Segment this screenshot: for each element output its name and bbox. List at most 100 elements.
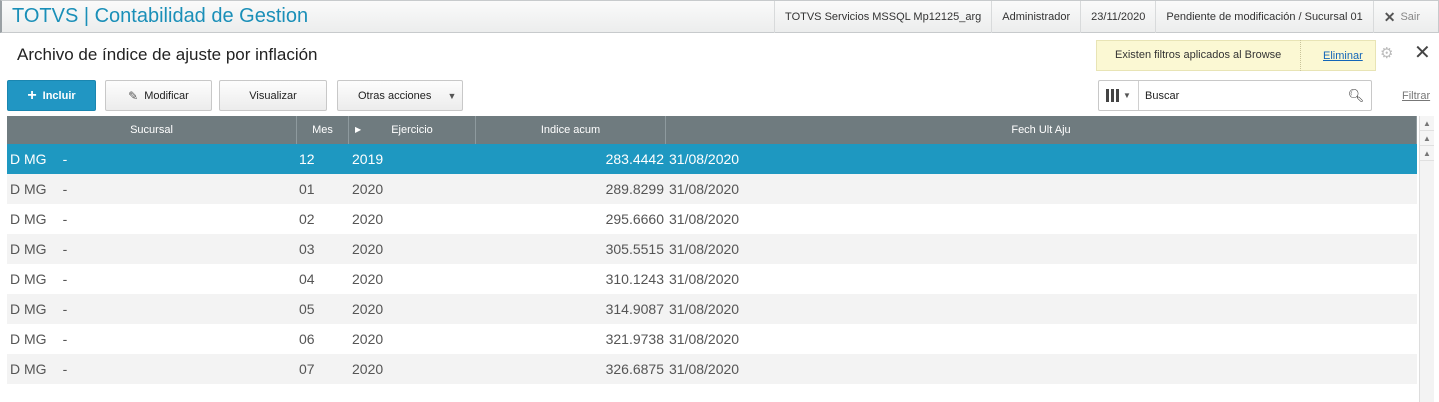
cell-sucursal-dash: - <box>62 211 68 227</box>
vertical-scrollbar[interactable]: ▲ ▲ ▲ <box>1419 116 1434 402</box>
cell-ejercicio: 2019 <box>352 151 384 167</box>
filter-notice: Existen filtros aplicados al Browse Elim… <box>1096 40 1376 71</box>
other-actions-label: Otras acciones <box>358 89 432 102</box>
cell-mes: 01 <box>299 181 315 197</box>
table-row[interactable]: D MG -07 2020 326.6875 31/08/2020 <box>7 354 1417 384</box>
cell-sucursal-value: D MG <box>10 211 47 227</box>
cell-sucursal: D MG - <box>7 144 297 174</box>
search-input[interactable] <box>1139 89 1341 102</box>
column-header-fecha[interactable]: Fech Ult Aju <box>666 116 1417 144</box>
cell-sucursal: D MG - <box>7 174 297 204</box>
exit-button[interactable]: ✕ Sair <box>1372 1 1438 33</box>
cell-sucursal-dash: - <box>62 151 68 167</box>
filter-link[interactable]: Filtrar <box>1402 90 1430 102</box>
grid-header: Sucursal Mes ▶ Ejercicio Indice acum Fech… <box>7 116 1417 144</box>
include-button[interactable]: + Incluir <box>7 80 96 111</box>
search-box: ▼ 🔍︎ <box>1098 80 1372 111</box>
column-header-ejercicio-label: Ejercicio <box>391 124 433 136</box>
cell-sucursal-dash: - <box>62 271 68 287</box>
cell-fecha: 31/08/2020 <box>669 241 740 257</box>
chevron-down-icon: ▼ <box>1123 91 1131 100</box>
view-button-label: Visualizar <box>249 89 297 102</box>
cell-mes: 05 <box>299 301 315 317</box>
cell-fecha: 31/08/2020 <box>669 151 740 167</box>
pencil-icon: ✎ <box>128 88 139 103</box>
table-row[interactable]: D MG -04 2020 310.1243 31/08/2020 <box>7 264 1417 294</box>
scroll-up-icon[interactable]: ▲ <box>1420 146 1434 161</box>
cell-sucursal-value: D MG <box>10 271 47 287</box>
cell-indice: 289.8299 <box>605 181 664 197</box>
search-icon[interactable]: 🔍︎ <box>1341 88 1371 104</box>
cell-indice: 295.6660 <box>605 211 664 227</box>
plus-icon: + <box>27 86 37 104</box>
scroll-page-up-icon[interactable]: ▲ <box>1420 131 1434 146</box>
columns-icon <box>1106 89 1120 102</box>
cell-fecha: 31/08/2020 <box>669 181 740 197</box>
table-row[interactable]: D MG -12 2019 283.4442 31/08/2020 <box>7 144 1417 174</box>
cell-sucursal-value: D MG <box>10 331 47 347</box>
column-header-mes[interactable]: Mes <box>297 116 349 144</box>
cell-sucursal-value: D MG <box>10 181 47 197</box>
table-row[interactable]: D MG -03 2020 305.5515 31/08/2020 <box>7 234 1417 264</box>
table-row[interactable]: D MG -05 2020 314.9087 31/08/2020 <box>7 294 1417 324</box>
cell-ejercicio: 2020 <box>352 181 384 197</box>
cell-sucursal: D MG - <box>7 204 297 234</box>
cell-ejercicio: 2020 <box>352 271 384 287</box>
cell-sucursal-dash: - <box>62 361 68 377</box>
remove-filters-link[interactable]: Eliminar <box>1301 50 1363 62</box>
cell-ejercicio: 2020 <box>352 331 384 347</box>
cell-fecha: 31/08/2020 <box>669 271 740 287</box>
cell-sucursal: D MG - <box>7 234 297 264</box>
cell-mes: 02 <box>299 211 315 227</box>
cell-mes: 12 <box>299 151 315 167</box>
app-title: TOTVS | Contabilidad de Gestion <box>12 5 309 27</box>
cell-sucursal-dash: - <box>62 301 68 317</box>
cell-indice: 310.1243 <box>605 271 664 287</box>
cell-sucursal: D MG - <box>7 264 297 294</box>
exit-label: Sair <box>1400 11 1420 23</box>
cell-fecha: 31/08/2020 <box>669 331 740 347</box>
cell-ejercicio: 2020 <box>352 301 384 317</box>
page-title: Archivo de índice de ajuste por inflació… <box>17 45 318 64</box>
modify-button-label: Modificar <box>144 89 189 102</box>
cell-indice: 305.5515 <box>605 241 664 257</box>
cell-fecha: 31/08/2020 <box>669 361 740 377</box>
cell-sucursal-value: D MG <box>10 361 47 377</box>
column-header-sucursal[interactable]: Sucursal <box>7 116 297 144</box>
cell-sucursal: D MG - <box>7 294 297 324</box>
cell-mes: 07 <box>299 361 315 377</box>
table-row[interactable]: D MG -01 2020 289.8299 31/08/2020 <box>7 174 1417 204</box>
cell-indice: 326.6875 <box>605 361 664 377</box>
grid-body: D MG -12 2019 283.4442 31/08/2020 D MG -01 2020… <box>7 144 1417 384</box>
other-actions-button[interactable]: Otras acciones ▼ <box>337 80 463 111</box>
gear-icon[interactable]: ⚙ <box>1380 46 1395 61</box>
environment-label: TOTVS Servicios MSSQL Mp12125_arg <box>774 1 991 33</box>
branch-status-label: Pendiente de modificación / Sucursal 01 <box>1155 1 1372 33</box>
cell-indice: 321.9738 <box>605 331 664 347</box>
column-header-ejercicio[interactable]: ▶ Ejercicio <box>349 116 476 144</box>
session-info: TOTVS Servicios MSSQL Mp12125_arg Admini… <box>774 1 1438 33</box>
cell-sucursal: D MG - <box>7 354 297 384</box>
view-button[interactable]: Visualizar <box>219 80 327 111</box>
column-selector[interactable]: ▼ <box>1099 81 1139 110</box>
cell-mes: 04 <box>299 271 315 287</box>
top-bar: TOTVS | Contabilidad de Gestion TOTVS Se… <box>0 0 1439 33</box>
modify-button[interactable]: ✎ Modificar <box>105 80 212 111</box>
cell-indice: 283.4442 <box>605 151 664 167</box>
cell-mes: 06 <box>299 331 315 347</box>
cell-sucursal-value: D MG <box>10 241 47 257</box>
cell-sucursal-value: D MG <box>10 151 47 167</box>
user-label: Administrador <box>991 1 1080 33</box>
cell-sucursal-dash: - <box>62 241 68 257</box>
scroll-top-icon[interactable]: ▲ <box>1420 116 1434 131</box>
chevron-down-icon: ▼ <box>447 90 457 101</box>
table-row[interactable]: D MG -02 2020 295.6660 31/08/2020 <box>7 204 1417 234</box>
column-header-indice[interactable]: Indice acum <box>476 116 666 144</box>
cell-fecha: 31/08/2020 <box>669 301 740 317</box>
table-row[interactable]: D MG -06 2020 321.9738 31/08/2020 <box>7 324 1417 354</box>
include-button-label: Incluir <box>42 89 76 102</box>
browse-grid: Sucursal Mes ▶ Ejercicio Indice acum Fech… <box>7 116 1417 384</box>
close-window-icon[interactable]: ✕ <box>1414 43 1431 63</box>
cell-sucursal-dash: - <box>62 181 68 197</box>
cell-ejercicio: 2020 <box>352 241 384 257</box>
